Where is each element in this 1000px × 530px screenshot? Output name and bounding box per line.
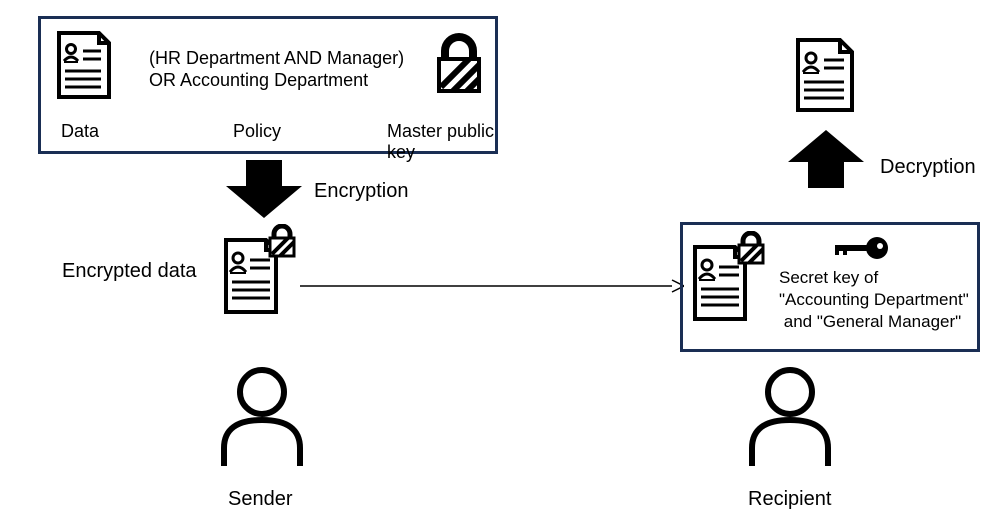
data-label: Data [61,121,99,142]
encrypted-document-sender [220,224,298,316]
recipient-inputs-box: Secret key of "Accounting Department" an… [680,222,980,352]
lock-icon [433,33,485,95]
policy-label: Policy [233,121,281,142]
user-icon-recipient [740,362,840,470]
document-recipient-icon [794,36,856,114]
arrow-down-icon [226,160,302,218]
arrow-right-icon [300,278,684,294]
encryption-label: Encryption [314,180,409,203]
arrow-up-icon [788,130,864,188]
user-icon-sender [212,362,312,470]
secret-key-text: Secret key of "Accounting Department" an… [779,267,969,333]
sender-inputs-box: (HR Department AND Manager) OR Accountin… [38,16,498,154]
recipient-label: Recipient [748,488,831,511]
policy-text: (HR Department AND Manager) OR Accountin… [149,47,404,91]
encrypted-data-label: Encrypted data [62,260,197,283]
key-icon [831,233,889,263]
sender-label: Sender [228,488,293,511]
encrypted-document-recipient [689,231,767,323]
master-public-key-label: Master public key [387,121,495,163]
decryption-label: Decryption [880,156,976,179]
document-icon [55,29,113,101]
